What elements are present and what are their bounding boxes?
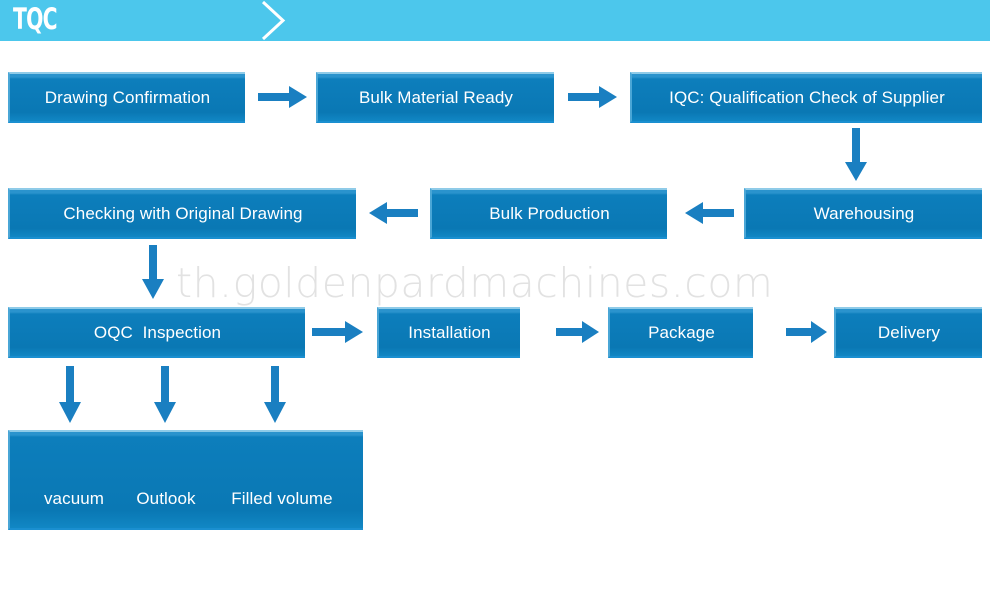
arrow-left-icon	[685, 202, 734, 224]
arrow-down-icon	[154, 366, 176, 423]
flow-box-label: IQC: Qualification Check of Supplier	[669, 87, 945, 107]
arrow-right-icon	[568, 86, 617, 108]
arrow-down-icon	[264, 366, 286, 423]
site-watermark: th.goldenpardmachines.com	[176, 259, 774, 307]
flow-box-installation: Installation	[377, 307, 520, 358]
flow-box-label: Drawing Confirmation	[44, 87, 211, 107]
flow-box-package: Package	[608, 307, 753, 358]
arrow-down-icon	[59, 366, 81, 423]
flow-box-label: Package	[648, 322, 715, 342]
flow-box-label: Warehousing	[813, 203, 915, 223]
test-label-vacuum: vacuum	[43, 489, 105, 508]
arrow-right-icon	[312, 321, 363, 343]
chevron-right-icon	[261, 0, 286, 41]
test-action-vacuum: Test	[58, 563, 90, 582]
arrow-right-icon	[556, 321, 599, 343]
arrow-down-icon	[142, 245, 164, 299]
flow-box-bulk-material-ready: Bulk Material Ready	[316, 72, 554, 123]
test-label-outlook: Outlook	[136, 489, 196, 508]
flow-box-drawing-confirmation: Drawing Confirmation	[8, 72, 245, 123]
arrow-down-icon	[845, 128, 867, 181]
brand-logo: TQC	[13, 2, 58, 36]
flow-box-checking-with-original-drawing: Checking with Original Drawing	[8, 188, 356, 239]
flow-box-bulk-production: Bulk Production	[430, 188, 667, 239]
tests-row-titles: vacuum Outlook Filled volume	[10, 472, 363, 512]
tests-row-actions: Test Check Test	[10, 552, 363, 594]
test-action-filled-volume: Test	[266, 563, 298, 582]
flow-box-warehousing: Warehousing	[744, 188, 982, 239]
arrow-right-icon	[786, 321, 827, 343]
flow-box-quality-tests: vacuum Outlook Filled volume Test Check …	[8, 430, 363, 582]
flow-box-label: Bulk Material Ready	[358, 87, 514, 107]
flow-box-label: Bulk Production	[489, 203, 610, 223]
test-label-filled-volume: Filled volume	[231, 489, 333, 508]
flow-box-delivery: Delivery	[834, 307, 982, 358]
flow-box-iqc-qualification-check: IQC: Qualification Check of Supplier	[630, 72, 982, 123]
arrow-right-icon	[258, 86, 307, 108]
flow-box-label: OQC Inspection	[93, 322, 222, 342]
arrow-left-icon	[369, 202, 418, 224]
flow-box-label: Delivery	[877, 322, 941, 342]
test-action-outlook: Check	[141, 563, 191, 582]
flow-box-oqc-inspection: OQC Inspection	[8, 307, 305, 358]
flow-box-label: Installation	[408, 322, 491, 342]
flow-box-label: Checking with Original Drawing	[63, 203, 303, 223]
header-banner: TQC	[0, 0, 990, 41]
